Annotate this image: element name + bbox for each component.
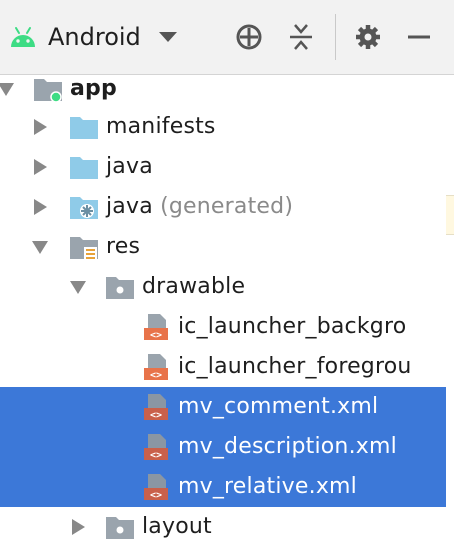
tree-node-manifests[interactable]: manifests [0, 107, 454, 147]
project-toolbar: Android [0, 0, 454, 75]
package-folder-icon [106, 517, 134, 539]
xml-file-icon: <> [144, 394, 168, 421]
tree-node-res[interactable]: res [0, 227, 454, 267]
tree-node-file[interactable]: <> ic_launcher_backgro [0, 307, 454, 347]
collapse-arrow-icon[interactable] [34, 199, 47, 215]
editor-edge [446, 195, 454, 235]
collapse-all-button[interactable] [284, 20, 318, 54]
tree-node-file-selected[interactable]: <> mv_comment.xml [0, 387, 446, 427]
toolbar-separator [335, 14, 336, 60]
generated-folder-icon [70, 197, 98, 219]
tree-label-file: mv_relative.xml [178, 474, 357, 499]
xml-file-icon: <> [144, 354, 168, 381]
tree-node-app[interactable]: app [0, 69, 454, 109]
expand-arrow-icon[interactable] [0, 83, 14, 96]
gear-icon [356, 25, 380, 49]
crosshair-icon [236, 24, 262, 50]
svg-text:<>: <> [150, 450, 162, 461]
tree-node-layout[interactable]: layout [0, 507, 454, 547]
collapse-arrow-icon[interactable] [72, 519, 85, 535]
tree-label-java: java [106, 154, 153, 179]
tree-label-manifests: manifests [106, 114, 216, 139]
tree-label-file: mv_comment.xml [178, 394, 379, 419]
tree-label-layout: layout [142, 514, 212, 539]
android-icon [11, 27, 35, 47]
tree-node-file[interactable]: <> ic_launcher_foregrou [0, 347, 454, 387]
resources-folder-icon [70, 237, 98, 260]
package-folder-icon [106, 277, 134, 299]
xml-file-icon: <> [144, 434, 168, 461]
dropdown-caret-icon [158, 32, 177, 42]
svg-text:<>: <> [150, 370, 162, 381]
expand-arrow-icon[interactable] [70, 281, 86, 294]
tree-label-app: app [70, 76, 117, 101]
collapse-arrow-icon[interactable] [34, 159, 47, 175]
select-opened-file-button[interactable] [232, 20, 266, 54]
hide-panel-button[interactable] [402, 20, 436, 54]
project-view-label: Android [48, 23, 141, 51]
tree-node-java-generated[interactable]: java (generated) [0, 187, 454, 227]
svg-text:<>: <> [150, 490, 162, 501]
folder-icon [70, 157, 98, 179]
project-tree: app manifests java java (generated) res … [0, 75, 454, 544]
generated-hint: (generated) [160, 194, 294, 219]
settings-button[interactable] [351, 20, 385, 54]
svg-text:<>: <> [150, 330, 162, 341]
tree-label-res: res [106, 234, 141, 259]
tree-label-java-generated: java (generated) [106, 194, 294, 219]
tree-node-file-selected[interactable]: <> mv_description.xml [0, 427, 446, 467]
tree-label-drawable: drawable [142, 274, 246, 299]
tree-node-file-selected[interactable]: <> mv_relative.xml [0, 467, 446, 507]
tree-label-file: ic_launcher_foregrou [178, 354, 412, 379]
tree-node-java[interactable]: java [0, 147, 454, 187]
collapse-all-icon [290, 24, 312, 50]
minimize-icon [408, 35, 430, 39]
tree-label-file: ic_launcher_backgro [178, 314, 407, 339]
expand-arrow-icon[interactable] [32, 241, 48, 254]
collapse-arrow-icon[interactable] [34, 119, 47, 135]
svg-text:<>: <> [150, 410, 162, 421]
project-view-selector[interactable]: Android [8, 18, 177, 56]
folder-icon [70, 117, 98, 139]
xml-file-icon: <> [144, 314, 168, 341]
module-folder-icon [34, 79, 62, 103]
xml-file-icon: <> [144, 474, 168, 501]
tree-label-file: mv_description.xml [178, 434, 397, 459]
tree-node-drawable[interactable]: drawable [0, 267, 454, 307]
